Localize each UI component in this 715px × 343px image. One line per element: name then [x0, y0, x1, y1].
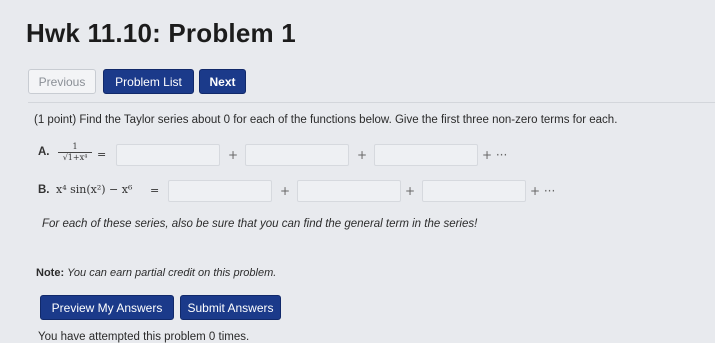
part-a-plus-2: + [357, 148, 368, 162]
previous-button[interactable]: Previous [28, 69, 96, 94]
part-a-plus-1: + [228, 148, 239, 162]
partial-credit-note: Note: You can earn partial credit on thi… [36, 267, 276, 279]
next-button[interactable]: Next [199, 69, 246, 94]
part-b-equals: = [150, 184, 160, 197]
problem-statement: (1 point) Find the Taylor series about 0… [34, 114, 618, 126]
part-b-term3-input[interactable] [422, 180, 526, 202]
part-b-label: B. [38, 184, 50, 196]
preview-answers-button[interactable]: Preview My Answers [40, 295, 174, 320]
submit-answers-button[interactable]: Submit Answers [180, 295, 281, 320]
part-b-plus-2: + [405, 184, 416, 198]
part-a-denominator: √1+x⁴ [62, 153, 88, 162]
problem-list-button[interactable]: Problem List [103, 69, 194, 94]
part-b-plus-ellipsis: + ··· [530, 184, 556, 198]
divider [28, 102, 715, 103]
part-a-label: A. [38, 146, 50, 158]
part-a-numerator: 1 [72, 142, 78, 151]
webwork-problem-page: Hwk 11.10: Problem 1 Previous Problem Li… [0, 0, 715, 343]
part-a-term1-input[interactable] [116, 144, 220, 166]
note-label: Note: [36, 267, 65, 279]
part-a-equals: = [97, 148, 107, 161]
part-a-fraction: 1 √1+x⁴ [58, 142, 92, 166]
page-title: Hwk 11.10: Problem 1 [26, 18, 296, 48]
part-b-term1-input[interactable] [168, 180, 272, 202]
part-b-plus-1: + [280, 184, 291, 198]
part-b-term2-input[interactable] [297, 180, 401, 202]
attempts-status: You have attempted this problem 0 times. [38, 331, 250, 343]
part-a-term3-input[interactable] [374, 144, 478, 166]
general-term-note: For each of these series, also be sure t… [42, 218, 478, 230]
note-text: You can earn partial credit on this prob… [67, 267, 277, 279]
part-a-plus-ellipsis: + ··· [482, 148, 508, 162]
part-a-term2-input[interactable] [245, 144, 349, 166]
part-b-expression: x⁴ sin(x²) − x⁶ [56, 183, 133, 196]
